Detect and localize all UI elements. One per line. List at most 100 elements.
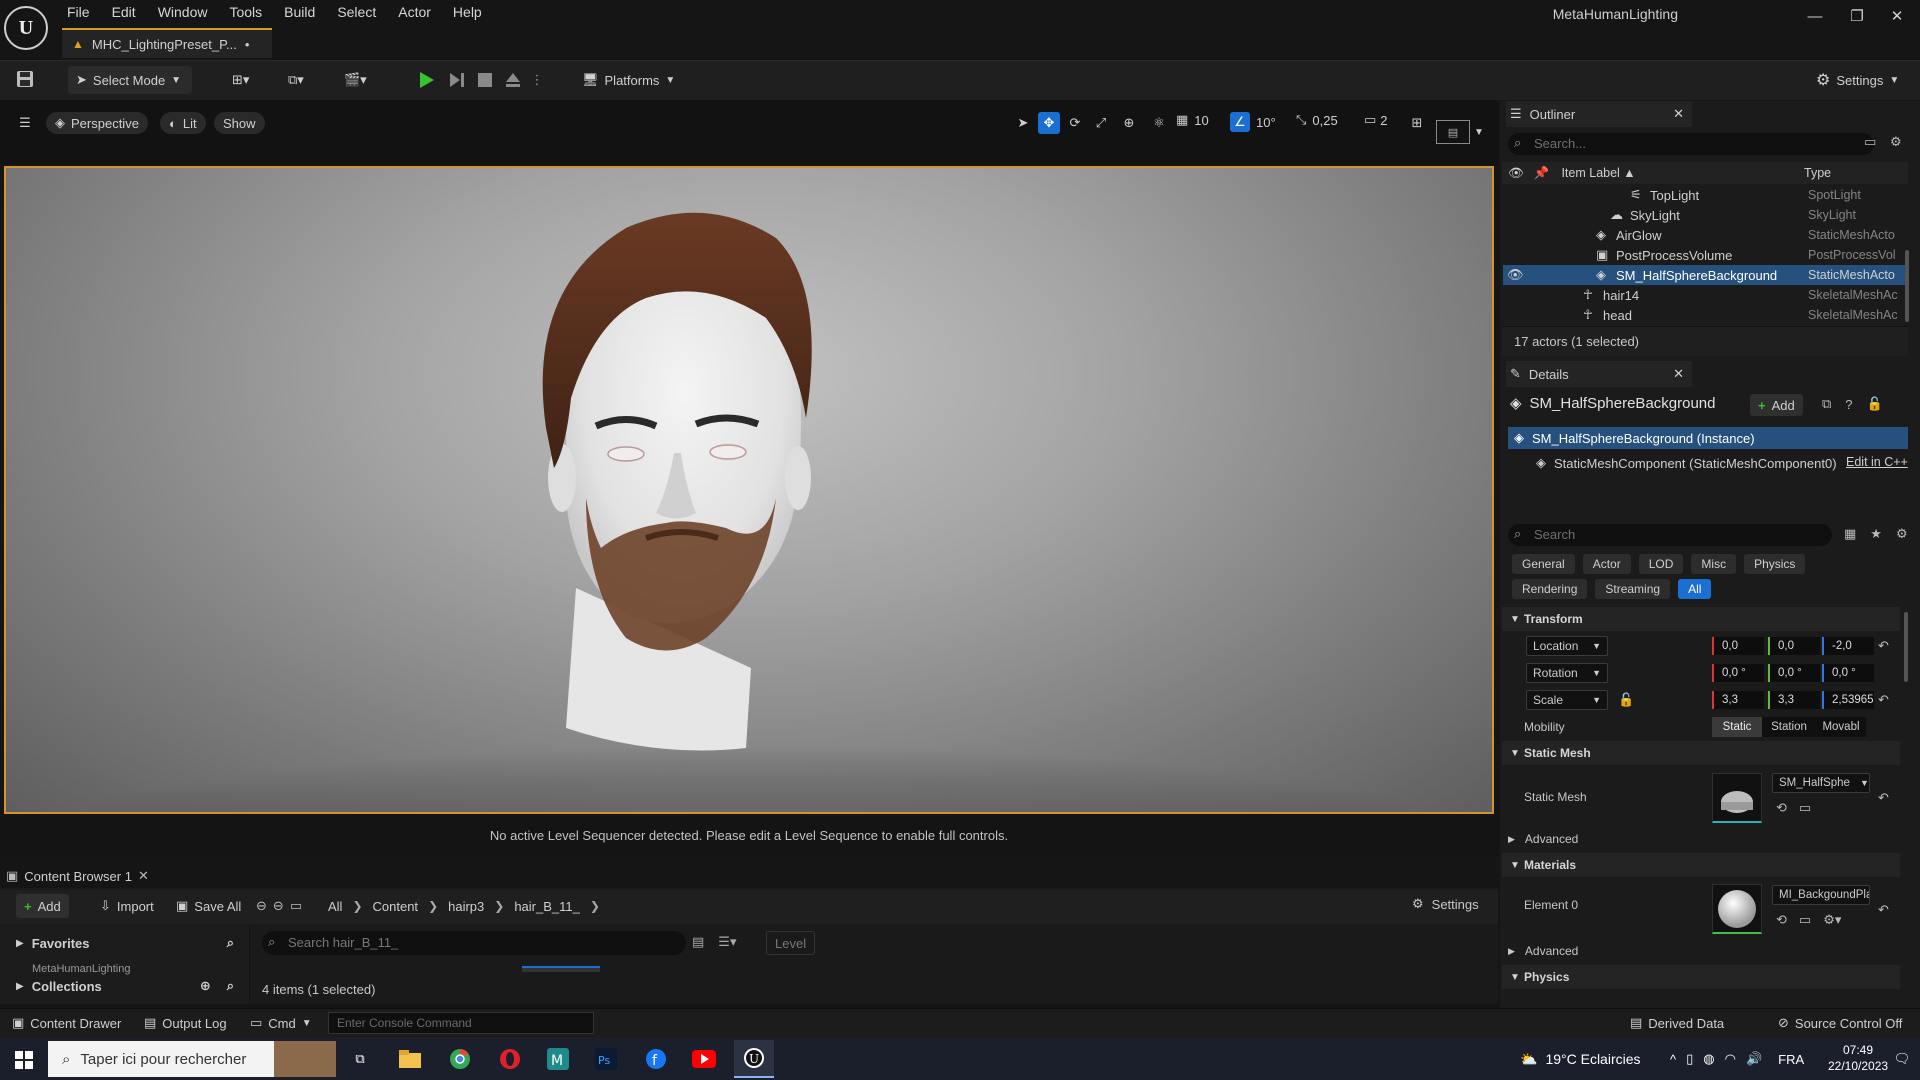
import-button[interactable]: ⇩ Import <box>92 894 162 918</box>
level-filter-chip[interactable]: Level <box>766 931 816 955</box>
eject-icon[interactable] <box>500 66 526 94</box>
settings-dropdown[interactable]: ⚙ Settings ▼ <box>1808 66 1907 94</box>
reset-icon[interactable]: ↶ <box>1878 902 1889 918</box>
breadcrumb-hair-b-11[interactable]: hair_B_11_ <box>514 899 580 914</box>
battery-icon[interactable]: ▯ <box>1686 1051 1693 1067</box>
stop-icon[interactable] <box>472 66 498 94</box>
wifi-icon[interactable]: ◠ <box>1725 1051 1736 1067</box>
file-explorer-icon[interactable] <box>390 1040 430 1078</box>
transform-section[interactable]: ▼ Transform <box>1502 607 1900 631</box>
outliner-row-toplight[interactable]: ⚟ TopLight SpotLight <box>1503 185 1909 205</box>
opera-icon[interactable] <box>490 1040 530 1078</box>
metahuman-app-icon[interactable]: M <box>538 1040 578 1078</box>
reset-icon[interactable]: ↶ <box>1878 692 1889 708</box>
blueprint-icon[interactable]: ⧉ <box>1822 396 1831 412</box>
menu-tools[interactable]: Tools <box>218 0 273 24</box>
outliner-row-sm-halfspherebackground[interactable]: 👁 ◈ SM_HalfSphereBackground StaticMeshAc… <box>1503 265 1909 285</box>
select-mode-dropdown[interactable]: ➤ Select Mode ▼ <box>68 66 192 94</box>
location-z-field[interactable]: -2,0 <box>1822 637 1874 655</box>
save-search-icon[interactable]: ▤ <box>692 934 704 950</box>
mobility-station[interactable]: Station <box>1762 717 1816 737</box>
breadcrumb-all[interactable]: All <box>328 899 342 914</box>
details-search-input[interactable]: Search <box>1508 524 1832 546</box>
cmd-dropdown[interactable]: ▭ Cmd ▼ <box>242 1008 320 1038</box>
favorites-section[interactable]: ▶ Favorites ⌕ <box>0 930 240 956</box>
select-tool-icon[interactable]: ➤ <box>1012 112 1034 134</box>
scale-tool-icon[interactable]: ⤢ <box>1090 112 1112 134</box>
reset-icon[interactable]: ↶ <box>1878 638 1889 654</box>
language-indicator[interactable]: FRA <box>1778 1052 1804 1067</box>
browse-icon[interactable]: ▭ <box>1799 912 1811 928</box>
scale-dropdown[interactable]: Scale ▼ <box>1526 690 1608 710</box>
outliner-row-airglow[interactable]: ◈ AirGlow StaticMeshActo <box>1503 225 1909 245</box>
close-tab-icon[interactable]: ✕ <box>138 868 149 884</box>
youtube-icon[interactable] <box>684 1040 724 1078</box>
material-thumbnail[interactable] <box>1712 884 1762 934</box>
advanced-expander[interactable]: ▶ Advanced <box>1508 832 1578 846</box>
category-actor[interactable]: Actor <box>1582 554 1631 574</box>
visibility-icon[interactable]: 👁 <box>1507 267 1524 283</box>
unreal-logo-icon[interactable]: U <box>4 6 48 50</box>
details-tab[interactable]: ✎ Details ✕ <box>1506 361 1692 387</box>
chrome-icon[interactable] <box>440 1040 480 1078</box>
static-mesh-picker[interactable]: SM_HalfSphe ▼ <box>1772 773 1870 793</box>
menu-actor[interactable]: Actor <box>387 0 442 24</box>
outliner-row-postprocessvolume[interactable]: ▣ PostProcessVolume PostProcessVol <box>1503 245 1909 265</box>
add-actor-button[interactable]: ⊞▾ <box>224 66 257 94</box>
network-icon[interactable]: ◍ <box>1703 1051 1714 1067</box>
location-y-field[interactable]: 0,0 <box>1768 637 1820 655</box>
windows-start-icon[interactable] <box>6 1044 42 1076</box>
asset-thumbnail[interactable] <box>522 966 600 972</box>
menu-file[interactable]: File <box>56 0 101 24</box>
facebook-icon[interactable]: f <box>636 1040 676 1078</box>
outliner-row-hair14[interactable]: ☥ hair14 SkeletalMeshAc <box>1503 285 1909 305</box>
search-icon[interactable]: ⌕ <box>227 935 234 951</box>
rotate-tool-icon[interactable]: ⟳ <box>1064 112 1086 134</box>
outliner-tab[interactable]: ☰ Outliner ✕ <box>1506 101 1692 127</box>
level-document-tab[interactable]: ▲ MHC_LightingPreset_P... • <box>62 28 272 58</box>
layout-grid-icon[interactable]: ▤ <box>1436 120 1470 144</box>
mobility-movable[interactable]: Movabl <box>1816 717 1866 737</box>
use-selected-icon[interactable]: ⟲ <box>1776 912 1787 928</box>
add-folder-icon[interactable]: ▭ <box>1864 134 1876 150</box>
scale-y-field[interactable]: 3,3 <box>1768 691 1820 709</box>
add-collection-icon[interactable]: ⊕ <box>200 978 211 994</box>
use-selected-icon[interactable]: ⟲ <box>1776 800 1787 816</box>
save-icon[interactable] <box>12 66 38 92</box>
edit-in-cpp-link[interactable]: Edit in C++ <box>1846 455 1908 469</box>
location-dropdown[interactable]: Location ▼ <box>1526 636 1608 656</box>
gear-icon[interactable]: ⚙ <box>1890 134 1902 150</box>
cinematics-button[interactable]: 🎬▾ <box>336 66 375 94</box>
weather-widget[interactable]: ⛅ 19°C Eclaircies <box>1520 1044 1641 1074</box>
lit-button[interactable]: ◐ Lit <box>160 112 206 134</box>
details-scrollbar[interactable] <box>1904 612 1908 682</box>
taskbar-search[interactable]: ⌕ Taper ici pour rechercher <box>48 1041 336 1077</box>
material-picker[interactable]: MI_BackgoundPlan <box>1772 885 1870 905</box>
menu-build[interactable]: Build <box>273 0 326 24</box>
derived-data-button[interactable]: ▤ Derived Data <box>1622 1008 1732 1038</box>
close-tab-icon[interactable]: ✕ <box>1673 366 1684 382</box>
breadcrumb-content[interactable]: Content <box>373 899 419 914</box>
source-control-button[interactable]: ⊘ Source Control Off <box>1770 1008 1910 1038</box>
minimize-icon[interactable]: — <box>1792 0 1838 32</box>
content-drawer-button[interactable]: ▣ Content Drawer <box>4 1008 129 1038</box>
menu-help[interactable]: Help <box>442 0 493 24</box>
static-mesh-thumbnail[interactable] <box>1712 773 1762 823</box>
unreal-editor-taskbar-icon[interactable]: U <box>734 1040 774 1078</box>
add-component-button[interactable]: + Add <box>1750 394 1803 416</box>
translate-tool-icon[interactable]: ✥ <box>1038 112 1060 134</box>
reset-icon[interactable]: ↶ <box>1878 790 1889 806</box>
rotation-z-field[interactable]: 0,0 ° <box>1822 664 1874 682</box>
tray-chevron-icon[interactable]: ^ <box>1670 1052 1676 1067</box>
advance-frame-icon[interactable] <box>444 66 470 94</box>
clock[interactable]: 07:49 22/10/2023 <box>1828 1042 1888 1074</box>
scale-snap-toggle[interactable]: ⤡ 0,25 <box>1296 112 1338 128</box>
scale-z-field[interactable]: 2,53965 <box>1822 691 1874 709</box>
play-options-icon[interactable]: ⋮ <box>530 66 544 94</box>
rotation-dropdown[interactable]: Rotation ▼ <box>1526 663 1608 683</box>
filter-icon[interactable]: ☰▾ <box>718 934 736 950</box>
close-window-icon[interactable]: ✕ <box>1874 0 1920 32</box>
item-label-column[interactable]: Item Label ▲ <box>1561 166 1635 180</box>
output-log-button[interactable]: ▤ Output Log <box>136 1008 235 1038</box>
blueprint-button[interactable]: ⧉▾ <box>280 66 312 94</box>
